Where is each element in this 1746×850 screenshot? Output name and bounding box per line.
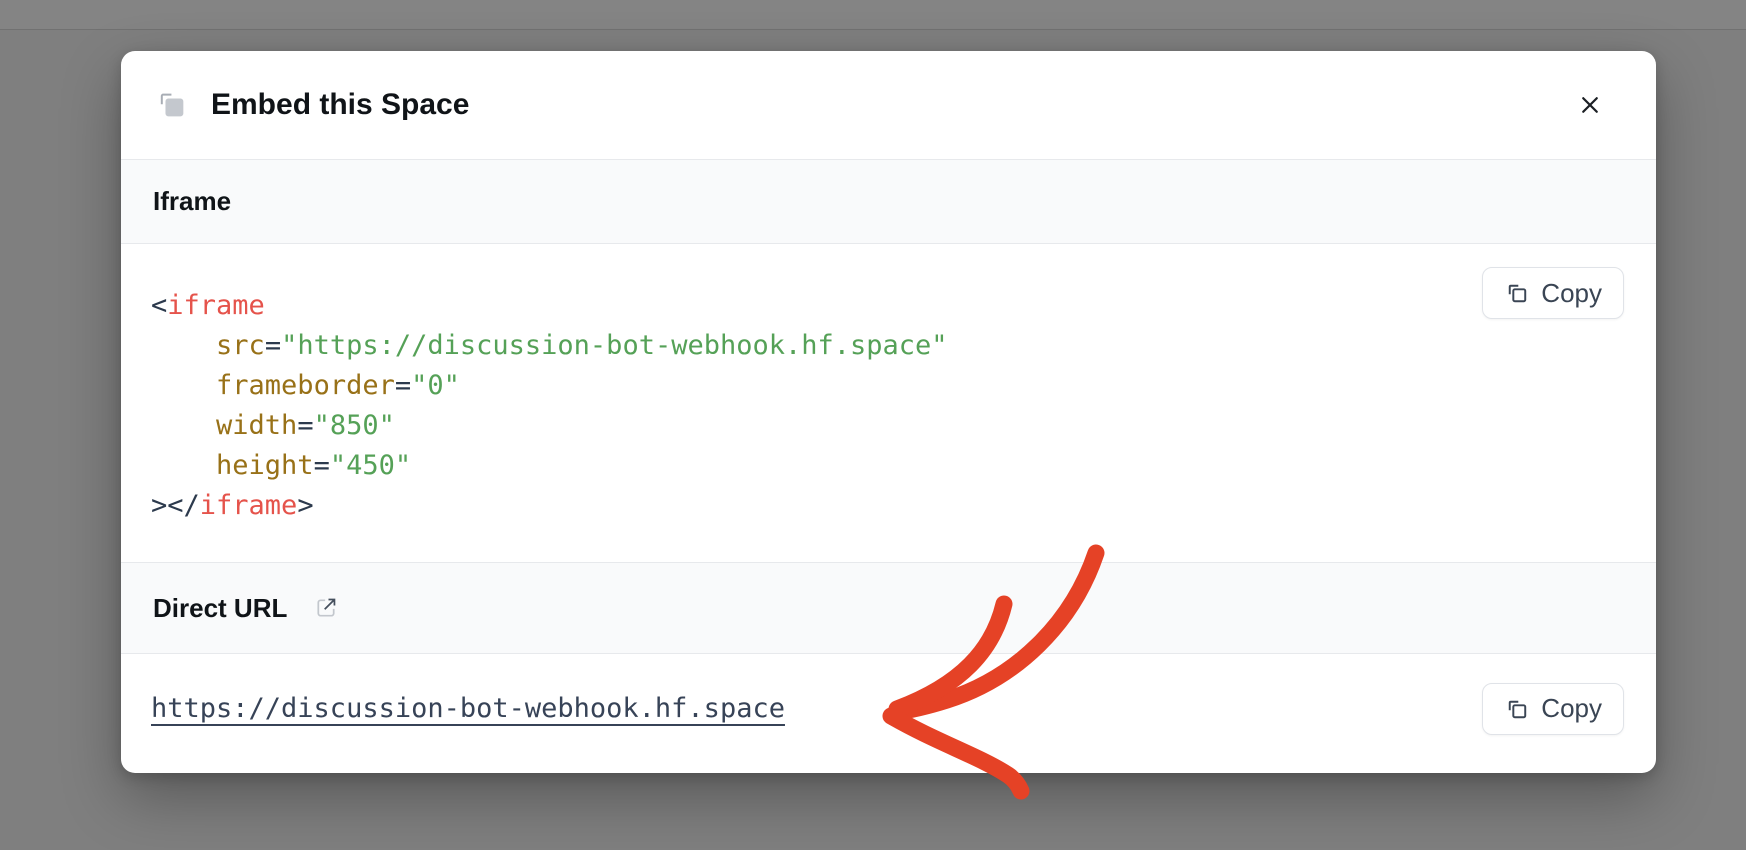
copy-icon (1504, 280, 1530, 306)
close-button[interactable] (1568, 83, 1612, 127)
embed-space-dialog: Embed this Space Iframe <iframe src="htt… (121, 51, 1656, 773)
section-header-direct-url: Direct URL (121, 562, 1656, 654)
copy-icon (1504, 696, 1530, 722)
close-icon (1576, 91, 1604, 119)
direct-url-row: https://discussion-bot-webhook.hf.space … (121, 654, 1656, 773)
dialog-header: Embed this Space (121, 51, 1656, 159)
page-title: Embed this Space (211, 88, 469, 122)
iframe-section-label: Iframe (153, 186, 231, 217)
copy-button-label: Copy (1541, 278, 1602, 309)
copy-url-button[interactable]: Copy (1482, 683, 1624, 735)
direct-url-section-label: Direct URL (153, 593, 287, 624)
copy-button-label: Copy (1541, 693, 1602, 724)
direct-url-link[interactable]: https://discussion-bot-webhook.hf.space (151, 693, 785, 724)
embed-copy-icon (155, 88, 189, 122)
code-block: <iframe src="https://discussion-bot-webh… (151, 286, 1624, 526)
iframe-code-section: <iframe src="https://discussion-bot-webh… (121, 244, 1656, 562)
copy-iframe-button[interactable]: Copy (1482, 267, 1624, 319)
external-link-icon[interactable] (313, 595, 339, 621)
backdrop-seam (0, 0, 1746, 30)
section-header-iframe: Iframe (121, 159, 1656, 244)
